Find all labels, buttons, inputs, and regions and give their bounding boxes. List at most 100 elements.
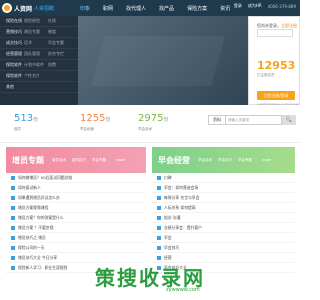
stat-value: 2975	[138, 113, 164, 124]
list-bullet-icon	[157, 225, 161, 230]
logo[interactable]: 人资网 人资招聘	[2, 2, 54, 14]
list-item[interactable]: 早会技巧	[152, 243, 295, 253]
stat-label: 早会话术	[138, 127, 152, 131]
list-item[interactable]: 增员方案 ？不要忽视	[6, 223, 146, 233]
panel-title: 增员专题	[12, 155, 44, 165]
sidebar-sub-link[interactable]: 团队管理	[24, 51, 48, 57]
list-item[interactable]: 增员方案？你的答案是什么	[6, 213, 146, 223]
nav-item-0[interactable]: 印象	[80, 5, 90, 12]
sidebar-item-label[interactable]: 成交技巧	[0, 40, 24, 46]
sidebar-item-label[interactable]: 其他	[0, 84, 24, 90]
list-item-text[interactable]: 早会技巧	[164, 245, 179, 251]
list-bullet-icon	[157, 255, 161, 260]
sidebar-sub-link[interactable]: 话术	[24, 40, 48, 46]
panel-tab[interactable]: 早会技巧	[218, 158, 232, 163]
list-item[interactable]: 如何做增员？90后面试问题总结	[6, 173, 146, 183]
nav-item-5[interactable]: 资讯	[220, 5, 230, 12]
sidebar-item[interactable]: 保险在线 保险经验 社保	[0, 16, 78, 27]
list-item-text[interactable]: 每周分享 名言与早会	[164, 195, 199, 201]
list-bullet-icon	[157, 215, 161, 220]
list-item-text[interactable]: 如何做增员？90后面试问题总结	[18, 175, 72, 181]
sidebar-item[interactable]: 成交技巧 话术 早会专题	[0, 38, 78, 49]
panel-tab[interactable]: 早会专题	[238, 158, 252, 163]
list-item-text[interactable]: 增员方案视频课程	[18, 205, 48, 211]
list-item-text[interactable]: 如果遇到增员异议怎么办	[18, 195, 60, 201]
panel-header: 早会经营 早会话术 早会技巧 早会专题 MORE	[152, 147, 295, 173]
register-button[interactable]: 立即注册/登录	[257, 91, 295, 100]
list-item[interactable]: 业绩分享会：提升客户	[152, 223, 295, 233]
search-input[interactable]: 请输入关键词	[226, 115, 282, 125]
panel-tab[interactable]: 增员话术	[52, 158, 66, 163]
search-category-select[interactable]: 资料	[208, 115, 226, 125]
sidebar-item-label[interactable]: 保险软件	[0, 73, 24, 79]
list-item-text[interactable]: 增员方案？你的答案是什么	[18, 215, 64, 221]
sidebar-sub-link[interactable]: 社保	[48, 18, 56, 24]
sidebar-sub-link[interactable]: 制度	[48, 29, 56, 35]
sidebar-item-label[interactable]: 保险在线	[0, 18, 24, 24]
list-item-text[interactable]: 保险新人学习：职业生涯规划	[18, 265, 67, 271]
panel-more-link[interactable]: MORE	[116, 158, 125, 163]
logo-icon	[2, 3, 12, 13]
login-link[interactable]: 登录	[234, 3, 242, 9]
list-item-text[interactable]: 经营	[164, 255, 172, 261]
sidebar-item-label[interactable]: 经营管理	[0, 51, 24, 57]
nav-item-1[interactable]: 职网	[103, 5, 113, 12]
sidebar-sub-link[interactable]: 综合专栏	[48, 51, 64, 57]
sidebar-sub-link[interactable]: 早会专题	[48, 40, 64, 46]
sidebar-item[interactable]: 营销技巧 增员专题 制度	[0, 27, 78, 38]
list-item-text[interactable]: 如何面试新人	[18, 185, 41, 191]
list-item[interactable]: 如果遇到增员异议怎么办	[6, 193, 146, 203]
list-item[interactable]: 保险公司的一天	[6, 243, 146, 253]
panel-tab[interactable]: 增员技巧	[72, 158, 86, 163]
list-item-text[interactable]: 业绩分享会：提升客户	[164, 225, 202, 231]
hero-banner[interactable]	[78, 16, 248, 105]
register-panel: 您尚未登录，立即注册 12953 已注册会员 立即注册/登录 注册即同意服务协议…	[248, 16, 300, 107]
register-link[interactable]: 成为HR	[248, 3, 262, 9]
list-item[interactable]: 口碑	[152, 173, 295, 183]
list-item[interactable]: 早会	[152, 233, 295, 243]
list-item-text[interactable]: 人际关系 如何提高	[164, 205, 196, 211]
nav-item-3[interactable]: 找产品	[159, 5, 174, 12]
list-bullet-icon	[157, 235, 161, 240]
sidebar-sub-link[interactable]: 保费	[48, 62, 56, 68]
panel-tab[interactable]: 早会专题	[92, 158, 106, 163]
nav-item-4[interactable]: 保险方案	[187, 5, 207, 12]
sidebar-item[interactable]: 保险软件 个性名片	[0, 71, 78, 82]
list-item-text[interactable]: 口碑	[164, 175, 172, 181]
stat-unit: 份	[33, 117, 39, 123]
panel-header: 增员专题 增员话术 增员技巧 早会专题 MORE	[6, 147, 146, 173]
list-item[interactable]: 陪访 沟通	[152, 213, 295, 223]
sidebar-item[interactable]: 经营管理 团队管理 综合专栏	[0, 49, 78, 60]
list-item[interactable]: 人际关系 如何提高	[152, 203, 295, 213]
list-item-text[interactable]: 增员方案 ？不要忽视	[18, 225, 53, 231]
sidebar-item[interactable]: 保险软件 计划书软件 保费	[0, 60, 78, 71]
list-item-text[interactable]: 保险公司的一天	[18, 245, 45, 251]
sidebar-item[interactable]: 其他	[0, 82, 78, 93]
list-item-text[interactable]: 陪访 沟通	[164, 215, 180, 221]
list-item-text[interactable]: 增员技巧之 增员	[18, 235, 46, 241]
nav-item-2[interactable]: 找代理人	[126, 5, 146, 12]
list-item-text[interactable]: 增员技巧大全 今日分享	[18, 255, 57, 261]
list-bullet-icon	[11, 235, 15, 240]
register-input[interactable]	[257, 29, 293, 37]
panel-tab[interactable]: 早会话术	[198, 158, 212, 163]
sidebar-item-label[interactable]: 保险软件	[0, 62, 24, 68]
sidebar-sub-link[interactable]: 保险经验	[24, 18, 48, 24]
register-title-link[interactable]: 立即注册	[281, 23, 297, 28]
sidebar-item-label[interactable]: 营销技巧	[0, 29, 24, 35]
list-item[interactable]: 增员技巧之 增员	[6, 233, 146, 243]
sidebar-sub-link[interactable]: 增员专题	[24, 29, 48, 35]
sidebar-sub-link[interactable]: 个性名片	[24, 73, 48, 79]
list-bullet-icon	[157, 245, 161, 250]
list-item-text[interactable]: 早会	[164, 235, 172, 241]
search-icon[interactable]: 🔍	[282, 115, 296, 125]
list-item[interactable]: 每周分享 名言与早会	[152, 193, 295, 203]
list-item[interactable]: 早会：如何营造会场	[152, 183, 295, 193]
stat-item: 2975份 早会话术	[138, 113, 198, 132]
list-item[interactable]: 如何面试新人	[6, 183, 146, 193]
list-item[interactable]: 增员方案视频课程	[6, 203, 146, 213]
list-bullet-icon	[11, 265, 15, 270]
panel-more-link[interactable]: MORE	[262, 158, 271, 163]
sidebar-sub-link[interactable]: 计划书软件	[24, 62, 48, 68]
list-item-text[interactable]: 早会：如何营造会场	[164, 185, 198, 191]
